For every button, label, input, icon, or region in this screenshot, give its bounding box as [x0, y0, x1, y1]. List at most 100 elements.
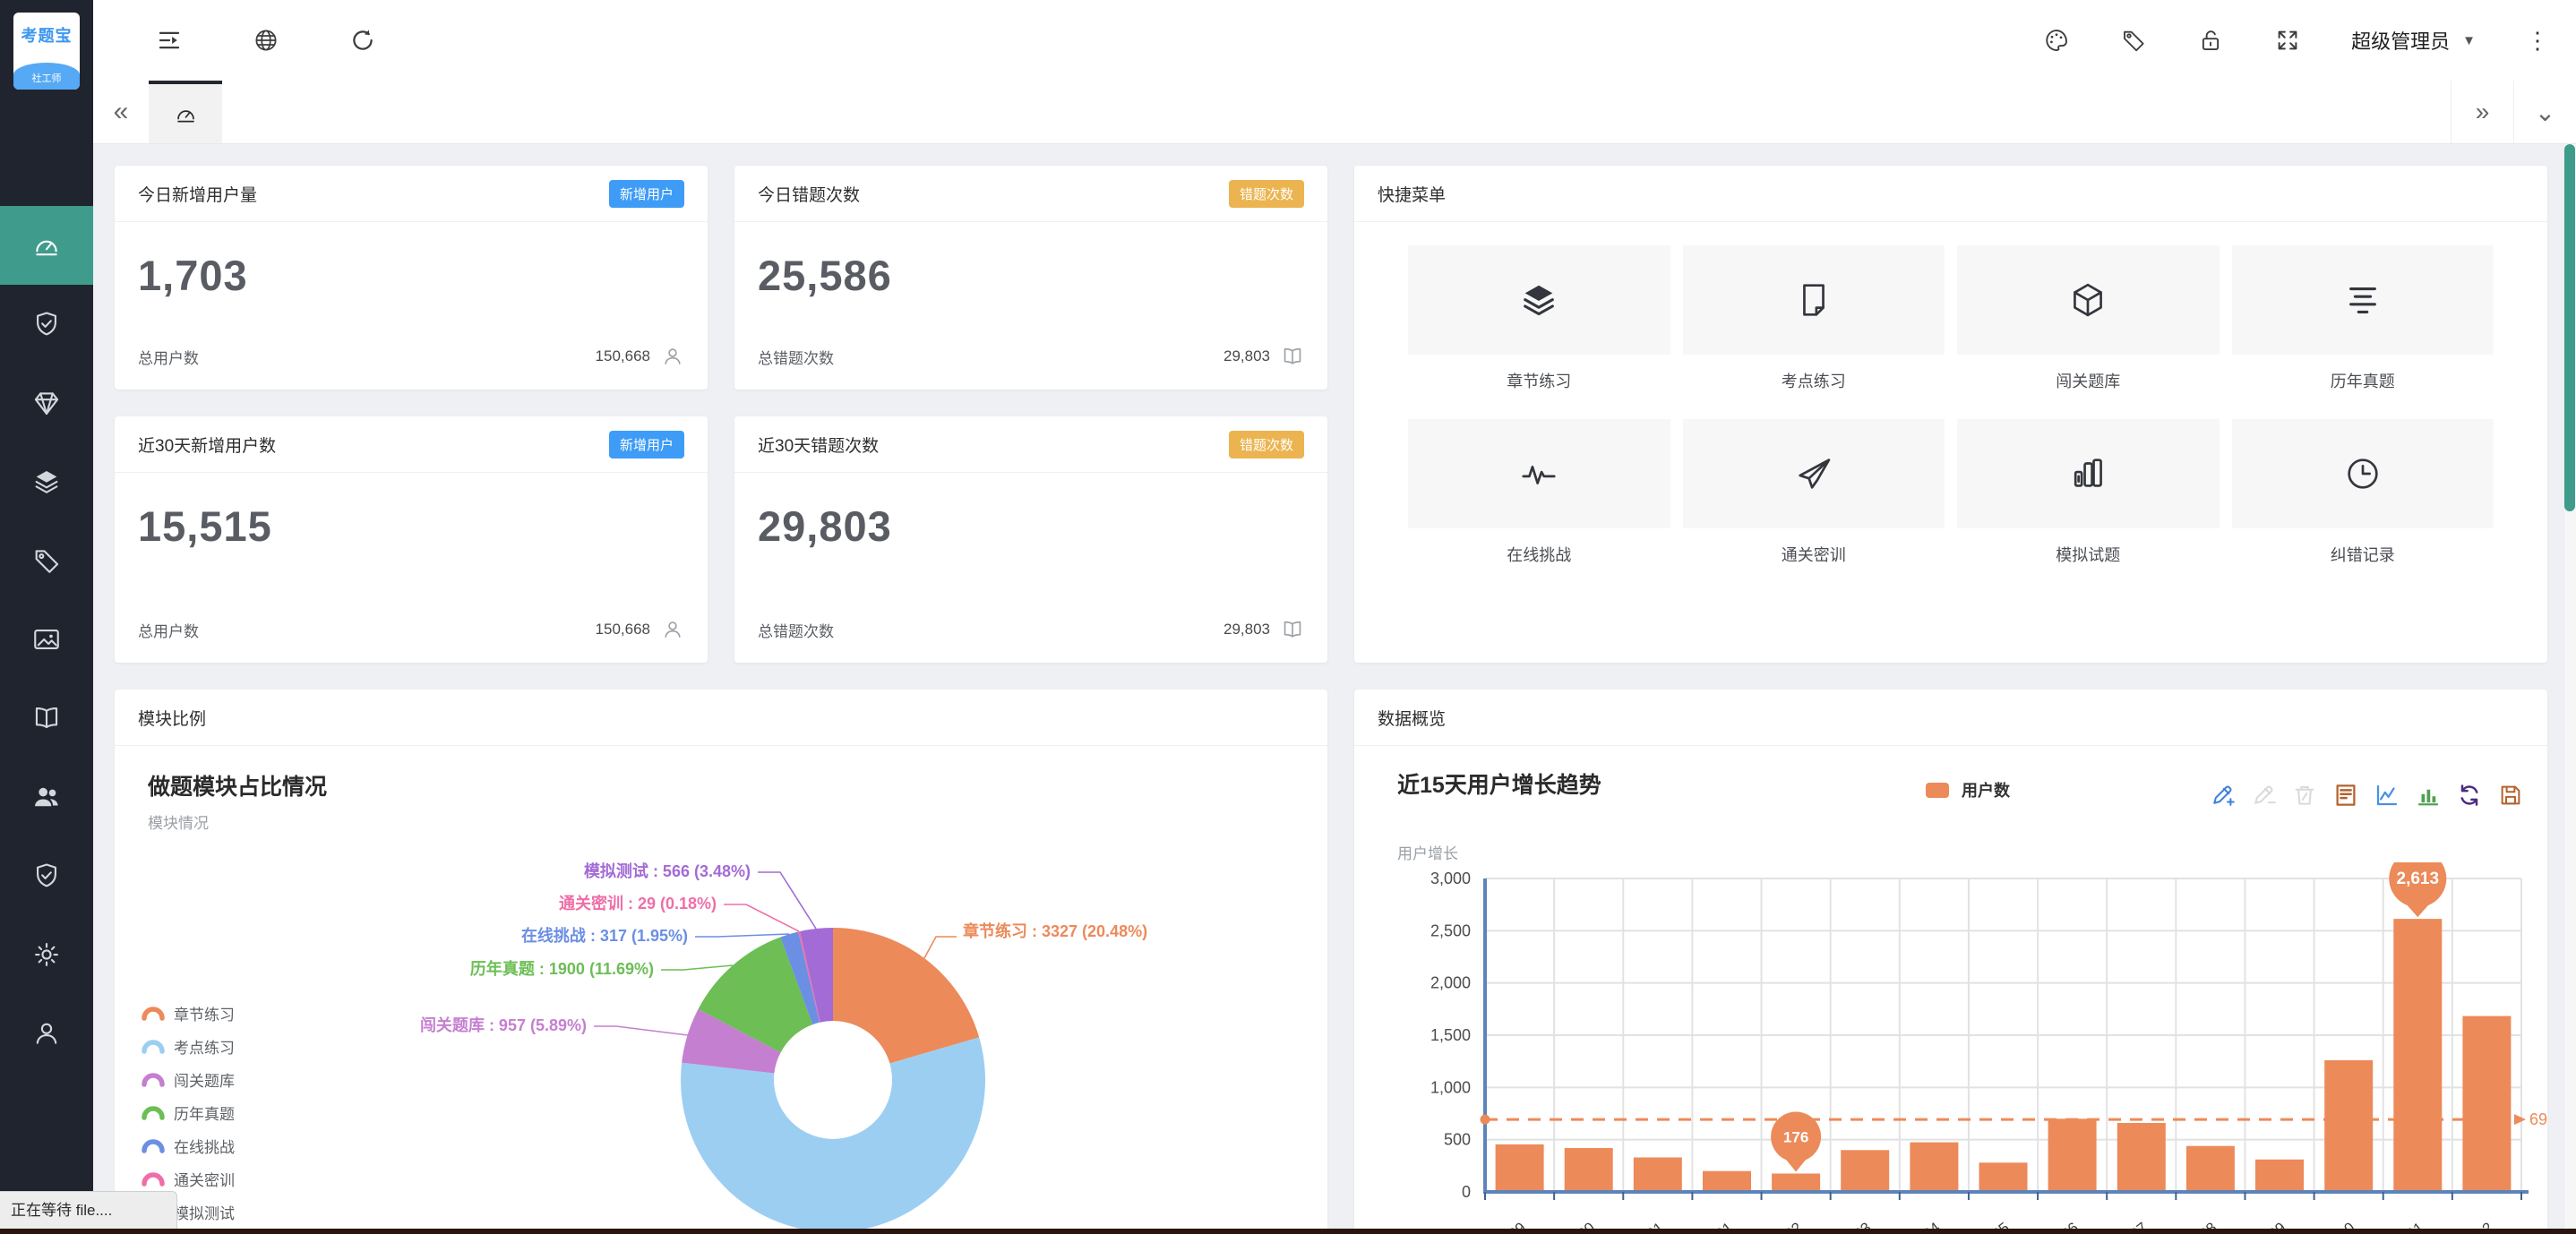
gear-icon	[31, 939, 62, 970]
unlock-icon[interactable]	[2197, 27, 2224, 54]
toolbox-switch-line-icon[interactable]	[2374, 782, 2400, 809]
card-footer-label: 总用户数	[138, 346, 199, 368]
app-logo[interactable]: 考题宝 社工师	[13, 13, 80, 90]
pie-label-line	[758, 872, 816, 929]
pie-label: 通关密训 : 29 (0.18%)	[559, 894, 717, 913]
quick-menu-item-label: 通关密训	[1683, 543, 1945, 566]
page-scrollbar[interactable]	[2563, 144, 2576, 1229]
card-footer-value: 150,668	[596, 621, 650, 638]
collapse-menu-icon[interactable]	[156, 27, 183, 54]
bar-chart-subtitle: 用户增长	[1397, 841, 1458, 863]
sidebar-item-9-gear[interactable]	[0, 915, 93, 994]
pie-label-line	[724, 904, 799, 931]
quick-menu-item-label: 历年真题	[2232, 369, 2494, 392]
toolbox-edit-remove-icon[interactable]	[2250, 782, 2277, 809]
palette-icon[interactable]	[2043, 27, 2070, 54]
user-menu[interactable]: 超级管理员 ▼	[2351, 26, 2476, 55]
svg-text:500: 500	[1444, 1131, 1471, 1149]
status-badge: 错题次数	[1229, 180, 1304, 208]
quick-menu-item-cube[interactable]: 闯关题库	[1957, 245, 2220, 392]
fullscreen-icon[interactable]	[2274, 27, 2301, 54]
quick-menu-item-label: 章节练习	[1408, 369, 1670, 392]
chart-toolbox	[2209, 782, 2524, 809]
toolbox-clear-icon[interactable]	[2291, 782, 2318, 809]
cube-icon	[2067, 279, 2108, 321]
content-area: 今日新增用户量 新增用户 1,703 总用户数 150,668 今日错题次数 错…	[93, 144, 2576, 1234]
price-tag-icon[interactable]	[2120, 27, 2147, 54]
status-badge: 新增用户	[609, 180, 684, 208]
sidebar-item-8-shield-check[interactable]	[0, 836, 93, 915]
plane-icon	[1793, 453, 1834, 494]
clock-icon	[2342, 453, 2383, 494]
book-icon	[1281, 345, 1304, 368]
pie-label: 在线挑战 : 317 (1.95%)	[521, 926, 688, 945]
toolbox-restore-icon[interactable]	[2456, 782, 2483, 809]
toolbox-edit-add-icon[interactable]	[2209, 782, 2236, 809]
card-title: 近30天错题次数	[758, 433, 879, 457]
pie-slice-章节练习[interactable]	[833, 928, 979, 1064]
doc-icon	[1793, 279, 1834, 321]
quick-menu-item-doc[interactable]: 考点练习	[1683, 245, 1945, 392]
stat-card-today-wrong-answers: 今日错题次数 错题次数 25,586 总错题次数 29,803	[734, 166, 1327, 390]
scrollbar-thumb[interactable]	[2564, 144, 2575, 511]
pie-label-line	[661, 965, 733, 970]
tag-icon	[31, 545, 62, 576]
bar-legend-item[interactable]: 用户数	[1926, 778, 2010, 801]
pie-label: 章节练习 : 3327 (20.48%)	[963, 921, 1147, 940]
svg-text:176: 176	[1783, 1128, 1808, 1145]
toolbox-save-image-icon[interactable]	[2497, 782, 2524, 809]
card-value: 15,515	[138, 501, 684, 551]
svg-text:2,613: 2,613	[2397, 870, 2440, 888]
tabs-scroll-left-icon[interactable]: «	[93, 81, 149, 143]
bar-20230412	[2462, 1016, 2511, 1192]
quick-menu-item-pulse[interactable]: 在线挑战	[1408, 419, 1670, 566]
panel-title: 数据概览	[1378, 706, 1446, 730]
kebab-menu-icon[interactable]: ⋮	[2526, 29, 2549, 52]
bar-20230408	[2186, 1146, 2235, 1192]
quick-menu-item-mock[interactable]: 模拟试题	[1957, 419, 2220, 566]
svg-text:2,500: 2,500	[1430, 921, 1471, 939]
sidebar-item-2-diamond[interactable]	[0, 364, 93, 442]
sidebar-item-4-tag[interactable]	[0, 521, 93, 600]
bar-20230409	[2255, 1160, 2304, 1192]
quick-menu-item-chapter[interactable]: 章节练习	[1408, 245, 1670, 392]
card-value: 29,803	[758, 501, 1304, 551]
tabs-dropdown-icon[interactable]: ⌄	[2513, 81, 2576, 143]
topbar: 超级管理员 ▼ ⋮	[93, 0, 2576, 81]
status-badge: 错题次数	[1229, 431, 1304, 458]
sidebar-item-0-gauge[interactable]	[0, 206, 93, 285]
tabs-scroll-right-icon[interactable]: »	[2451, 81, 2513, 143]
sidebar-item-1-shield-check[interactable]	[0, 285, 93, 364]
shield-check-icon	[31, 309, 62, 339]
tab-dashboard[interactable]	[149, 81, 222, 143]
svg-text:0: 0	[1462, 1183, 1471, 1201]
quick-menu-item-clock[interactable]: 纠错记录	[2232, 419, 2494, 566]
globe-icon[interactable]	[253, 27, 279, 54]
bar-20230405	[1979, 1162, 2028, 1192]
toolbox-data-view-icon[interactable]	[2332, 782, 2359, 809]
card-footer-label: 总错题次数	[758, 619, 834, 641]
quick-menu-item-lines[interactable]: 历年真题	[2232, 245, 2494, 392]
topbar-right: 超级管理员 ▼ ⋮	[2043, 26, 2549, 55]
svg-text:3,000: 3,000	[1430, 870, 1471, 887]
toolbox-switch-bar-icon[interactable]	[2415, 782, 2442, 809]
refresh-icon[interactable]	[349, 27, 376, 54]
sidebar-item-10-user[interactable]	[0, 994, 93, 1073]
bar-20230330	[1565, 1148, 1613, 1192]
bar-20230410	[2324, 1060, 2373, 1192]
chapter-icon	[1518, 279, 1559, 321]
sidebar-item-3-layers[interactable]	[0, 442, 93, 521]
quick-menu-item-plane[interactable]: 通关密训	[1683, 419, 1945, 566]
chevron-down-icon: ▼	[2462, 33, 2476, 48]
pulse-icon	[1518, 453, 1559, 494]
user-icon	[661, 345, 684, 368]
bar-20230406	[2048, 1118, 2097, 1192]
quick-menu-panel: 快捷菜单 章节练习考点练习闯关题库历年真题在线挑战通关密训模拟试题纠错记录	[1354, 166, 2547, 663]
mock-icon	[2067, 453, 2108, 494]
pie-label-line	[695, 934, 789, 937]
bar-20230407	[2117, 1123, 2166, 1192]
sidebar-item-5-image[interactable]	[0, 600, 93, 679]
sidebar-item-6-book[interactable]	[0, 679, 93, 758]
sidebar-item-7-users[interactable]	[0, 758, 93, 836]
shield-check-icon	[31, 861, 62, 891]
